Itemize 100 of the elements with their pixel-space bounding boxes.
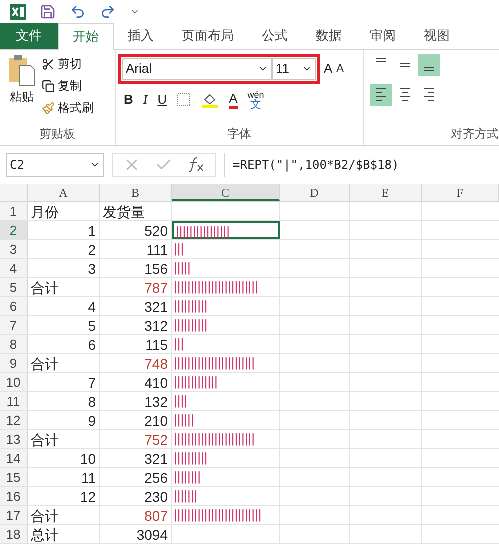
table-cell: ||||	[172, 392, 280, 410]
table-cell: 787	[100, 278, 172, 296]
table-cell: 520	[100, 221, 172, 239]
table-cell: 11	[28, 468, 100, 486]
table-cell: 总计	[28, 525, 100, 543]
table-cell: |||||||||||||	[172, 373, 280, 391]
align-right-icon	[424, 88, 434, 102]
clipboard-button[interactable]: 剪切	[42, 54, 94, 74]
table-cell: 3	[28, 259, 100, 277]
align-middle-icon	[400, 62, 410, 68]
column-header[interactable]: A	[28, 184, 100, 201]
copy-icon	[42, 80, 55, 92]
row-header[interactable]: 5	[0, 278, 28, 296]
table-cell: 410	[100, 373, 172, 391]
clipboard-button[interactable]: 复制	[42, 76, 94, 96]
row-header[interactable]: 18	[0, 525, 28, 543]
bold-button[interactable]: B	[124, 90, 134, 110]
grow-font-button[interactable]: A	[324, 59, 333, 79]
paste-icon[interactable]	[7, 54, 37, 88]
row-header[interactable]: 7	[0, 316, 28, 334]
ribbon-tab[interactable]: 视图	[410, 23, 464, 49]
font-name-field[interactable]: Arial	[122, 58, 272, 80]
table-cell: 748	[100, 354, 172, 372]
table-cell: 156	[100, 259, 172, 277]
undo-icon[interactable]	[70, 4, 86, 20]
table-cell: 5	[28, 316, 100, 334]
row-header[interactable]: 8	[0, 335, 28, 353]
file-tab[interactable]: 文件	[0, 23, 58, 49]
clipboard-button[interactable]: 格式刷	[42, 98, 94, 118]
formula-field[interactable]: =REPT("|",100*B2/$B$18)	[224, 153, 493, 177]
column-header[interactable]: E	[350, 184, 422, 201]
row-header[interactable]: 12	[0, 411, 28, 429]
ribbon-tab[interactable]: 开始	[58, 23, 114, 50]
table-cell: ||||||||||||||||||||||||||	[172, 506, 280, 524]
underline-button[interactable]: U	[158, 90, 168, 110]
ribbon-tab[interactable]: 审阅	[356, 23, 410, 49]
group-label: 剪贴板	[38, 126, 76, 143]
group-label: 对齐方式	[451, 126, 499, 143]
row-header[interactable]: 15	[0, 468, 28, 486]
table-cell: ||||||||||||||||	[172, 221, 280, 239]
table-cell: |||||||	[172, 487, 280, 505]
ribbon-tab[interactable]: 插入	[114, 23, 168, 49]
row-header[interactable]: 13	[0, 430, 28, 448]
italic-button[interactable]: I	[143, 90, 148, 110]
phonetic-button[interactable]: wén 文	[248, 90, 264, 110]
shrink-font-button[interactable]: A	[336, 60, 344, 78]
table-cell: |||||	[172, 259, 280, 277]
ribbon-tab[interactable]: 数据	[302, 23, 356, 49]
paste-label[interactable]: 粘贴	[10, 88, 34, 106]
row-header[interactable]: 17	[0, 506, 28, 524]
save-icon[interactable]	[40, 4, 56, 20]
table-cell: |||	[172, 240, 280, 258]
table-cell: 合计	[28, 430, 100, 448]
brush-icon	[42, 102, 55, 114]
table-cell: ||||||||||	[172, 297, 280, 315]
table-cell: 合计	[28, 354, 100, 372]
row-header[interactable]: 10	[0, 373, 28, 391]
table-cell: 4	[28, 297, 100, 315]
table-cell: ||||||||	[172, 468, 280, 486]
row-header[interactable]: 2	[0, 221, 28, 239]
ribbon-tab[interactable]: 公式	[248, 23, 302, 49]
row-header[interactable]: 6	[0, 297, 28, 315]
table-cell: ||||||||||||||||||||||||	[172, 354, 280, 372]
align-left-icon	[376, 88, 386, 102]
table-cell: 10	[28, 449, 100, 467]
row-header[interactable]: 1	[0, 202, 28, 220]
border-icon[interactable]	[177, 93, 192, 107]
table-cell: 312	[100, 316, 172, 334]
table-cell: ||||||||||	[172, 316, 280, 334]
function-icon[interactable]	[187, 156, 205, 174]
column-header[interactable]: D	[280, 184, 350, 201]
scissors-icon	[42, 58, 55, 70]
row-header[interactable]: 3	[0, 240, 28, 258]
row-header[interactable]: 16	[0, 487, 28, 505]
table-cell: 132	[100, 392, 172, 410]
name-box[interactable]: C2	[6, 153, 104, 177]
table-cell: 9	[28, 411, 100, 429]
row-header[interactable]: 4	[0, 259, 28, 277]
column-header[interactable]: F	[422, 184, 499, 201]
table-cell: 6	[28, 335, 100, 353]
redo-icon[interactable]	[100, 4, 116, 20]
table-cell: 2	[28, 240, 100, 258]
row-header[interactable]: 9	[0, 354, 28, 372]
table-cell: ||||||	[172, 411, 280, 429]
font-color-button[interactable]: A	[229, 92, 238, 108]
table-cell: |||	[172, 335, 280, 353]
row-header[interactable]: 11	[0, 392, 28, 410]
column-header[interactable]: C	[172, 184, 280, 201]
fill-color-icon[interactable]	[201, 92, 220, 108]
align-top-icon	[376, 58, 386, 63]
font-size-field[interactable]: 11	[272, 58, 316, 80]
table-cell: 8	[28, 392, 100, 410]
align-left-button[interactable]	[370, 84, 392, 106]
table-cell: 321	[100, 449, 172, 467]
ribbon-tab[interactable]: 页面布局	[168, 23, 248, 49]
table-cell: 752	[100, 430, 172, 448]
table-cell: 发货量	[100, 202, 172, 220]
align-bottom-button[interactable]	[418, 54, 440, 76]
row-header[interactable]: 14	[0, 449, 28, 467]
table-cell: 115	[100, 335, 172, 353]
